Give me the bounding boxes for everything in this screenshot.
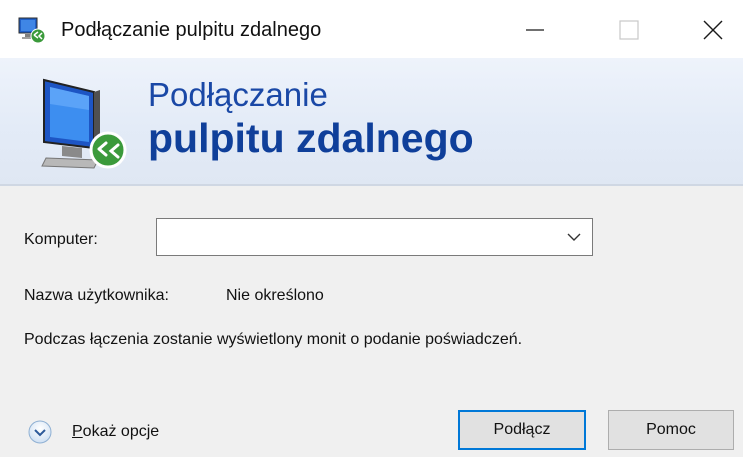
credentials-info: Podczas łączenia zostanie wyświetlony mo… bbox=[24, 331, 523, 348]
show-options-label-rest: okaż opcje bbox=[82, 423, 160, 440]
minimize-icon bbox=[526, 29, 544, 31]
banner-title-line2: pulpitu zdalnego bbox=[148, 115, 474, 161]
close-icon bbox=[703, 20, 723, 40]
banner-title-line1: Podłączanie bbox=[148, 76, 328, 113]
remote-desktop-monitor-icon bbox=[36, 74, 136, 178]
show-options-accesskey: P bbox=[72, 423, 83, 440]
maximize-button[interactable] bbox=[596, 0, 662, 58]
computer-combobox[interactable] bbox=[156, 218, 593, 256]
window-title: Podłączanie pulpitu zdalnego bbox=[61, 19, 322, 41]
user-label: Nazwa użytkownika: bbox=[24, 287, 169, 304]
show-options-label: Pokaż opcje bbox=[72, 421, 159, 443]
help-button[interactable]: Pomoc bbox=[608, 410, 734, 450]
minimize-button[interactable] bbox=[500, 0, 566, 58]
computer-label: Komputer: bbox=[24, 231, 98, 248]
connect-button[interactable]: Podłącz bbox=[458, 410, 586, 450]
maximize-icon bbox=[619, 20, 639, 40]
show-options-link[interactable]: Pokaż opcje bbox=[28, 418, 198, 446]
chevron-down-icon bbox=[567, 233, 581, 241]
dropdown-button[interactable] bbox=[558, 219, 592, 255]
computer-input[interactable] bbox=[157, 219, 555, 255]
title-bar: Podłączanie pulpitu zdalnego bbox=[0, 0, 743, 58]
close-button[interactable] bbox=[683, 0, 743, 58]
chevron-down-circle-icon bbox=[28, 420, 52, 444]
remote-desktop-window: Podłączanie pulpitu zdalnego Podłączanie… bbox=[0, 0, 743, 457]
remote-desktop-icon bbox=[18, 16, 46, 44]
user-value: Nie określono bbox=[226, 287, 324, 304]
